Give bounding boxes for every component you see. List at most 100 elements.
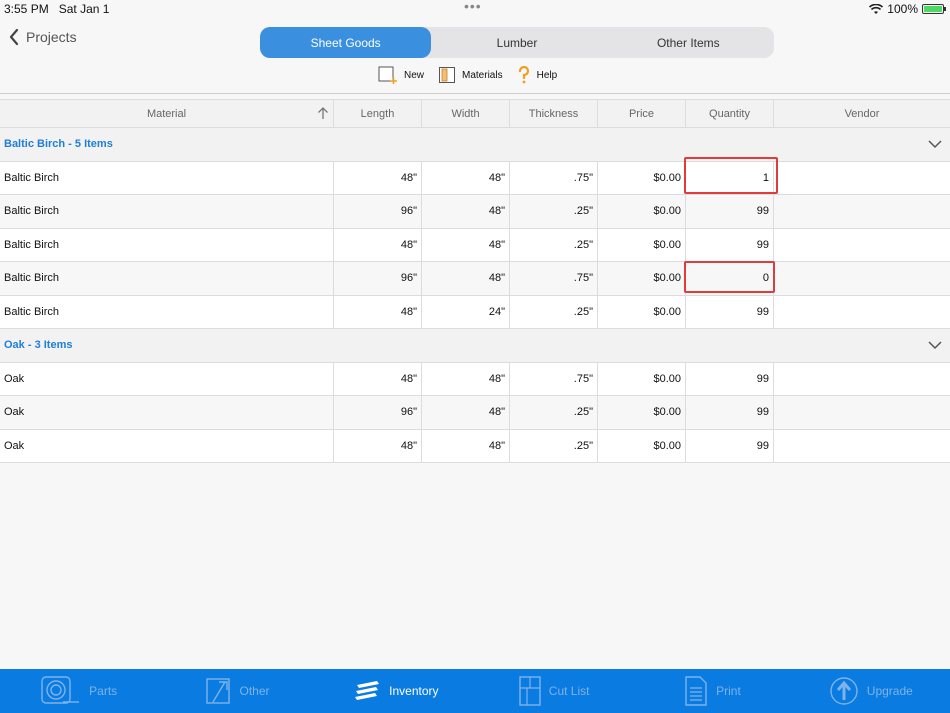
group-header[interactable]: Baltic Birch - 5 Items: [0, 128, 950, 162]
tab-upgrade[interactable]: Upgrade: [792, 669, 950, 713]
cell-thickness: .25": [510, 295, 598, 328]
cell-price: $0.00: [598, 262, 686, 295]
cell-material: Baltic Birch: [0, 262, 334, 295]
cell-price: $0.00: [598, 195, 686, 228]
table-row[interactable]: Baltic Birch 48" 24" .25" $0.00 99: [0, 295, 950, 329]
tape-measure-icon: [41, 676, 80, 704]
cell-vendor: [774, 195, 950, 228]
help-label: Help: [536, 69, 558, 81]
cell-vendor: [774, 396, 950, 429]
other-icon: [206, 678, 231, 704]
cell-quantity[interactable]: 99: [686, 396, 774, 429]
cell-length: 48": [334, 228, 422, 261]
tab-parts-label: Parts: [89, 684, 118, 698]
group-title: Baltic Birch - 5 Items: [4, 138, 113, 151]
cell-vendor: [774, 429, 950, 462]
group-header[interactable]: Oak - 3 Items: [0, 329, 950, 363]
inventory-table: Material Length Width Thickness Price Qu…: [0, 99, 950, 463]
chevron-down-icon[interactable]: [928, 340, 942, 350]
cell-quantity[interactable]: 1: [686, 161, 774, 194]
cell-thickness: .75": [510, 262, 598, 295]
cell-material: Oak: [0, 396, 334, 429]
multitasking-dots-icon[interactable]: •••: [464, 0, 482, 14]
cell-material: Oak: [0, 362, 334, 395]
help-button[interactable]: Help: [517, 66, 558, 84]
table-row[interactable]: Baltic Birch 96" 48" .75" $0.00 0: [0, 262, 950, 296]
back-button[interactable]: Projects: [8, 28, 77, 46]
tab-other-items[interactable]: Other Items: [603, 27, 774, 58]
tab-cut-list[interactable]: Cut List: [475, 669, 633, 713]
cell-vendor: [774, 362, 950, 395]
tab-print-label: Print: [716, 684, 741, 698]
sort-ascending-icon[interactable]: [317, 106, 329, 120]
cell-length: 96": [334, 195, 422, 228]
table-row[interactable]: Oak 48" 48" .25" $0.00 99: [0, 429, 950, 463]
tab-other-label: Other: [239, 684, 270, 698]
header-width[interactable]: Width: [422, 100, 510, 127]
cell-quantity[interactable]: 99: [686, 195, 774, 228]
battery-percent: 100%: [887, 2, 918, 16]
cell-width: 48": [422, 161, 510, 194]
cell-length: 96": [334, 262, 422, 295]
cell-length: 48": [334, 429, 422, 462]
table-row[interactable]: Oak 48" 48" .75" $0.00 99: [0, 362, 950, 396]
cell-quantity[interactable]: 99: [686, 362, 774, 395]
cell-thickness: .75": [510, 362, 598, 395]
tab-sheet-goods[interactable]: Sheet Goods: [260, 27, 432, 58]
status-time: 3:55 PM Sat Jan 1: [4, 2, 110, 16]
tab-other[interactable]: Other: [158, 669, 316, 713]
tab-parts[interactable]: Parts: [0, 669, 158, 713]
help-question-icon: [518, 66, 529, 84]
cell-price: $0.00: [598, 396, 686, 429]
tab-print[interactable]: Print: [633, 669, 791, 713]
cell-width: 48": [422, 228, 510, 261]
chevron-down-icon[interactable]: [928, 139, 942, 149]
cell-vendor: [774, 262, 950, 295]
status-bar: 3:55 PM Sat Jan 1 ••• 100%: [0, 0, 950, 20]
header-thickness[interactable]: Thickness: [510, 100, 598, 127]
header-quantity[interactable]: Quantity: [686, 100, 774, 127]
cell-length: 96": [334, 396, 422, 429]
cell-thickness: .25": [510, 396, 598, 429]
chevron-left-icon: [9, 28, 19, 46]
table-row[interactable]: Baltic Birch 48" 48" .25" $0.00 99: [0, 228, 950, 262]
table-header: Material Length Width Thickness Price Qu…: [0, 99, 950, 128]
cell-thickness: .25": [510, 228, 598, 261]
cell-thickness: .25": [510, 429, 598, 462]
cell-price: $0.00: [598, 429, 686, 462]
cell-vendor: [774, 161, 950, 194]
cell-price: $0.00: [598, 228, 686, 261]
materials-book-icon: [439, 67, 456, 83]
divider: [0, 93, 950, 94]
tab-lumber[interactable]: Lumber: [431, 27, 602, 58]
cut-list-icon: [519, 676, 541, 706]
cell-quantity[interactable]: 99: [686, 295, 774, 328]
new-item-icon: [378, 66, 397, 84]
cell-length: 48": [334, 161, 422, 194]
cell-width: 48": [422, 362, 510, 395]
category-segmented-control: Sheet Goods Lumber Other Items: [260, 27, 774, 58]
cell-material: Baltic Birch: [0, 195, 334, 228]
materials-button[interactable]: Materials: [438, 66, 503, 84]
bottom-tab-bar: Parts Other Inventory Cut List Print Upg…: [0, 669, 950, 713]
cell-quantity[interactable]: 0: [686, 262, 774, 295]
header-material[interactable]: Material: [0, 100, 334, 127]
header-length[interactable]: Length: [334, 100, 422, 127]
cell-material: Baltic Birch: [0, 161, 334, 194]
materials-label: Materials: [462, 69, 503, 81]
cell-width: 48": [422, 262, 510, 295]
cell-vendor: [774, 228, 950, 261]
table-row[interactable]: Baltic Birch 96" 48" .25" $0.00 99: [0, 195, 950, 229]
toolbar: New Materials Help: [378, 66, 557, 84]
table-row[interactable]: Oak 96" 48" .25" $0.00 99: [0, 396, 950, 430]
header-vendor[interactable]: Vendor: [774, 100, 950, 127]
cell-material: Baltic Birch: [0, 228, 334, 261]
cell-length: 48": [334, 295, 422, 328]
cell-quantity[interactable]: 99: [686, 429, 774, 462]
table-row[interactable]: Baltic Birch 48" 48" .75" $0.00 1: [0, 161, 950, 195]
tab-inventory-label: Inventory: [389, 684, 439, 698]
cell-quantity[interactable]: 99: [686, 228, 774, 261]
new-button[interactable]: New: [378, 66, 424, 84]
header-price[interactable]: Price: [598, 100, 686, 127]
tab-inventory[interactable]: Inventory: [317, 669, 475, 713]
